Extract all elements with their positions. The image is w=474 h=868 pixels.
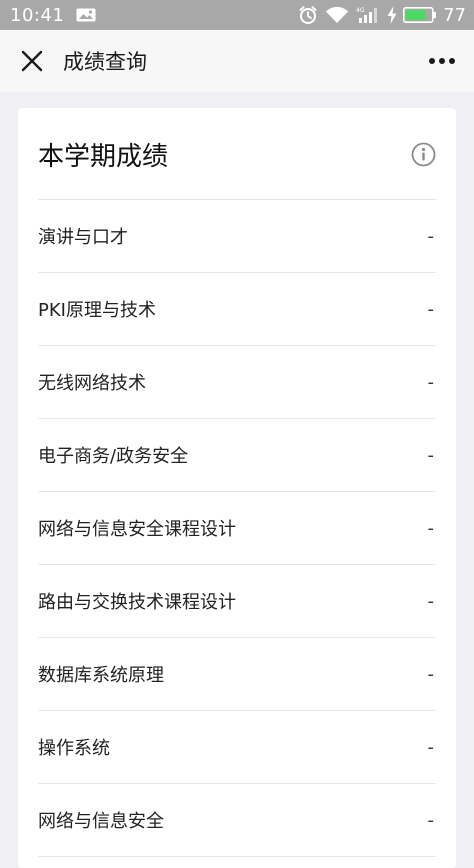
course-name: 网络与信息安全 bbox=[38, 811, 164, 832]
course-score: - bbox=[427, 809, 435, 831]
course-score: - bbox=[427, 444, 435, 466]
image-icon bbox=[76, 8, 96, 22]
close-icon[interactable] bbox=[20, 49, 44, 73]
course-score: - bbox=[427, 371, 435, 393]
course-row[interactable]: 无线网络技术 - bbox=[38, 346, 436, 419]
course-row[interactable]: 数据库系统原理 - bbox=[38, 638, 436, 711]
course-score: - bbox=[427, 736, 435, 758]
status-time: 10:41 bbox=[10, 4, 65, 26]
navbar: 成绩查询 bbox=[0, 30, 474, 92]
info-icon[interactable] bbox=[411, 142, 436, 167]
course-row[interactable]: 路由与交换技术课程设计 - bbox=[38, 565, 436, 638]
course-row[interactable]: PKI原理与技术 - bbox=[38, 273, 436, 346]
course-name: 路由与交换技术课程设计 bbox=[38, 592, 236, 613]
course-row[interactable]: 电子商务/政务安全 - bbox=[38, 419, 436, 492]
battery-icon bbox=[403, 7, 437, 23]
wifi-icon bbox=[325, 6, 349, 23]
status-bar-left: 10:41 bbox=[10, 5, 96, 26]
signal-icon: 4G bbox=[356, 7, 378, 23]
course-name: 操作系统 bbox=[38, 738, 110, 759]
card-header: 本学期成绩 bbox=[38, 108, 436, 200]
course-name: 电子商务/政务安全 bbox=[38, 446, 189, 467]
charging-icon bbox=[387, 6, 397, 24]
course-name: 网络与信息安全课程设计 bbox=[38, 519, 236, 540]
course-row[interactable]: 网络与信息安全课程设计 - bbox=[38, 492, 436, 565]
grades-card: 本学期成绩 演讲与口才 - PKI原理与技术 - 无线网络技术 - 电子商务/政务安全 - 网络… bbox=[18, 108, 456, 868]
course-score: - bbox=[427, 663, 435, 685]
page-title: 成绩查询 bbox=[63, 50, 147, 74]
course-list: 演讲与口才 - PKI原理与技术 - 无线网络技术 - 电子商务/政务安全 - 网络与信息安全课… bbox=[38, 200, 436, 857]
status-bar-right: 4G 77 bbox=[298, 5, 466, 26]
card-title: 本学期成绩 bbox=[38, 142, 169, 172]
course-score: - bbox=[427, 590, 435, 612]
alarm-icon bbox=[299, 6, 317, 24]
battery-group: 77 bbox=[387, 5, 466, 26]
course-row[interactable]: 演讲与口才 - bbox=[38, 200, 436, 273]
svg-text:4G: 4G bbox=[356, 7, 365, 14]
course-score: - bbox=[427, 225, 435, 247]
course-score: - bbox=[427, 298, 435, 320]
course-row[interactable]: 网络与信息安全 - bbox=[38, 784, 436, 857]
course-score: - bbox=[427, 517, 435, 539]
course-name: 演讲与口才 bbox=[38, 227, 128, 248]
more-icon[interactable] bbox=[428, 52, 456, 70]
course-row[interactable]: 操作系统 - bbox=[38, 711, 436, 784]
battery-level: 77 bbox=[443, 4, 466, 26]
course-name: 无线网络技术 bbox=[38, 373, 146, 394]
status-bar: 10:41 4G 77 bbox=[0, 0, 474, 30]
course-name: 数据库系统原理 bbox=[38, 665, 164, 686]
course-name: PKI原理与技术 bbox=[38, 300, 156, 321]
